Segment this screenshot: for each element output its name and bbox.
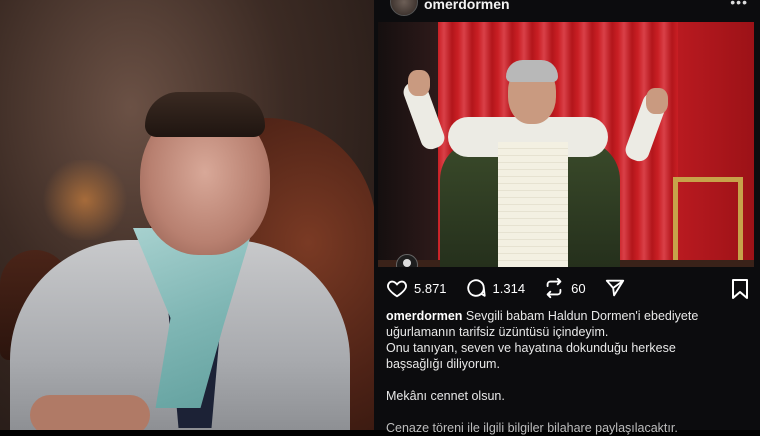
repost-count: 60 [571,280,586,296]
caption-line-1: Sevgili babam Haldun Dormen'i ebediyete [465,309,699,323]
avatar[interactable] [390,0,418,16]
caption-line-6: Cenaze töreni ile ilgili bilgiler bilaha… [386,421,678,435]
like-button[interactable]: 5.871 [386,277,447,299]
instagram-post: omerdormen ••• 5.871 1.314 60 omerdormen… [374,0,760,435]
actor-vest [498,142,568,267]
share-button[interactable] [604,277,626,299]
post-actions: 5.871 1.314 60 [386,276,750,300]
comment-icon [466,279,486,297]
post-header: omerdormen ••• [374,0,760,18]
caption-line-5: Mekânı cennet olsun. [386,389,505,403]
repost-icon [546,277,562,299]
caption-username[interactable]: omerdormen [386,309,462,323]
more-options-button[interactable]: ••• [730,0,748,10]
post-caption: omerdormen Sevgili babam Haldun Dormen'i… [386,308,748,436]
portrait-photo [0,0,374,430]
hand [30,395,150,430]
lamp-glow [40,160,130,240]
comment-count: 1.314 [492,280,526,296]
send-icon [605,279,624,297]
caption-line-3: Onu tanıyan, seven ve hayatına dokunduğu… [386,341,676,355]
actor-hair [506,60,558,82]
post-username[interactable]: omerdormen [424,0,510,12]
hair [145,92,265,137]
caption-line-4: başsağlığı diliyorum. [386,357,500,371]
actor-left-hand [408,70,430,96]
like-count: 5.871 [414,280,447,296]
save-button[interactable] [730,278,750,305]
gold-frame-prop [673,177,743,265]
post-image[interactable] [378,22,754,267]
actor-right-hand [646,88,668,114]
repost-button[interactable]: 60 [543,277,586,299]
caption-line-2: uğurlamanın tarifsiz üzüntüsü içindeyim. [386,325,609,339]
heart-icon [387,280,407,298]
bookmark-icon [732,279,748,299]
comment-button[interactable]: 1.314 [465,277,526,299]
